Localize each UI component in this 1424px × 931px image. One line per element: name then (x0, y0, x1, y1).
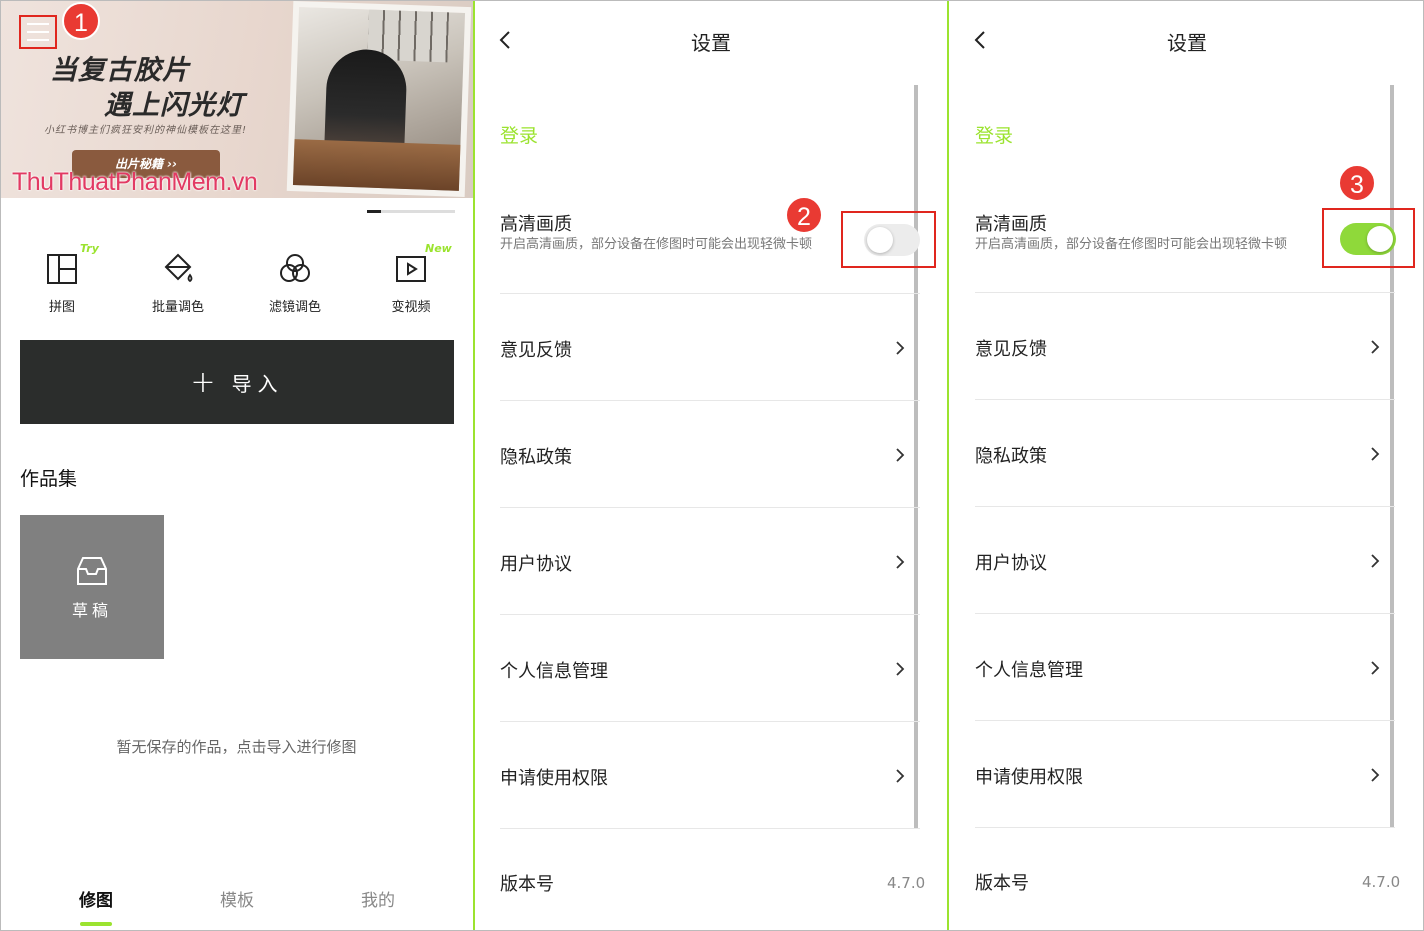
chevron-right-icon (896, 769, 905, 783)
tool-label: 变视频 (391, 300, 431, 315)
banner-title-line2: 遇上闪光灯 (104, 90, 244, 121)
login-link[interactable]: 登录 (500, 121, 538, 148)
row-divider (975, 827, 1395, 828)
empty-hint: 暂无保存的作品，点击导入进行修图 (116, 738, 357, 756)
version-label: 版本号 (975, 873, 1029, 894)
hd-quality-title: 高清画质 (975, 214, 1047, 235)
collage-icon (45, 252, 79, 286)
plus-icon: + (190, 364, 216, 400)
hd-quality-description: 开启高清画质，部分设备在修图时可能会出现轻微卡顿 (500, 237, 813, 252)
paint-bucket-icon (161, 252, 195, 286)
tool-grid: Try 拼图 批量调色 滤镜调色 New 变视频 (0, 236, 473, 322)
tool-batch-color[interactable]: 批量调色 (128, 236, 228, 315)
row-label: 申请使用权限 (500, 768, 608, 789)
home-screen: 当复古胶片 遇上闪光灯 小红书博主们疯狂安利的神仙模板在这里! 出片秘籍 ›› … (0, 0, 473, 931)
carousel-indicator (367, 210, 455, 213)
settings-row-feedback[interactable]: 意见反馈 (500, 293, 920, 400)
step-badge-2: 2 (785, 196, 823, 234)
page-title: 设置 (691, 31, 731, 55)
banner-photo (286, 0, 472, 198)
filter-circles-icon (278, 252, 312, 286)
login-link[interactable]: 登录 (975, 121, 1013, 148)
chevron-right-icon (896, 341, 905, 355)
row-label: 意见反馈 (500, 340, 572, 361)
page-title: 设置 (1167, 31, 1207, 55)
row-label: 隐私政策 (975, 446, 1047, 467)
banner-subtitle: 小红书博主们疯狂安利的神仙模板在这里! (44, 125, 248, 136)
tool-filter[interactable]: 滤镜调色 (245, 236, 345, 315)
tool-collage[interactable]: Try 拼图 (12, 236, 112, 315)
nav-mine[interactable]: 我的 (348, 886, 408, 911)
collection-title: 作品集 (20, 468, 78, 490)
step-badge-1: 1 (62, 2, 100, 40)
row-label: 用户协议 (975, 553, 1047, 574)
chevron-right-icon (896, 662, 905, 676)
banner-title-line1: 当复古胶片 (50, 55, 190, 86)
row-label: 隐私政策 (500, 447, 572, 468)
settings-row-permissions[interactable]: 申请使用权限 (500, 721, 920, 828)
settings-screen-off: 设置 登录 高清画质 开启高清画质，部分设备在修图时可能会出现轻微卡顿 2 意见… (475, 0, 947, 931)
chevron-right-icon (1371, 340, 1380, 354)
nav-edit[interactable]: 修图 (66, 886, 126, 911)
tool-label: 拼图 (48, 300, 75, 315)
panel-divider (947, 0, 949, 931)
chevron-right-icon (1371, 661, 1380, 675)
try-tag: Try (80, 242, 99, 255)
chevron-right-icon (1371, 447, 1380, 461)
highlight-box (841, 211, 936, 268)
inbox-icon (75, 555, 109, 587)
new-tag: New (425, 242, 452, 255)
row-label: 用户协议 (500, 554, 572, 575)
nav-active-indicator (80, 922, 112, 926)
version-label: 版本号 (500, 874, 554, 895)
settings-row-privacy[interactable]: 隐私政策 (500, 400, 920, 507)
tool-label: 滤镜调色 (268, 300, 321, 315)
chevron-right-icon (896, 555, 905, 569)
row-label: 申请使用权限 (975, 767, 1083, 788)
photo-table (292, 139, 461, 191)
version-value: 4.7.0 (887, 874, 926, 892)
draft-label: 草稿 (71, 601, 112, 620)
version-value: 4.7.0 (1362, 873, 1401, 891)
video-play-icon (394, 252, 428, 286)
row-label: 意见反馈 (975, 339, 1047, 360)
settings-row-agreement[interactable]: 用户协议 (500, 507, 920, 614)
hd-quality-description: 开启高清画质，部分设备在修图时可能会出现轻微卡顿 (975, 237, 1288, 252)
chevron-right-icon (1371, 768, 1380, 782)
menu-icon[interactable] (19, 15, 57, 49)
chevron-right-icon (896, 448, 905, 462)
settings-row-permissions[interactable]: 申请使用权限 (975, 720, 1395, 827)
settings-row-feedback[interactable]: 意见反馈 (975, 292, 1395, 399)
nav-templates[interactable]: 模板 (207, 886, 267, 911)
settings-row-agreement[interactable]: 用户协议 (975, 506, 1395, 613)
draft-folder[interactable]: 草稿 (20, 515, 164, 659)
row-divider (500, 828, 920, 829)
settings-row-personal-info[interactable]: 个人信息管理 (975, 613, 1395, 720)
import-button[interactable]: + 导入 (20, 340, 454, 424)
step-badge-3: 3 (1338, 164, 1376, 202)
watermark: ThuThuatPhanMem.vn (12, 168, 258, 196)
tool-label: 批量调色 (151, 300, 204, 315)
chevron-right-icon (1371, 554, 1380, 568)
bottom-nav: 修图 模板 我的 (0, 886, 473, 931)
row-label: 个人信息管理 (500, 661, 608, 682)
hd-quality-title: 高清画质 (500, 214, 572, 235)
import-label: 导入 (231, 371, 284, 396)
row-label: 个人信息管理 (975, 660, 1083, 681)
settings-screen-on: 设置 登录 高清画质 开启高清画质，部分设备在修图时可能会出现轻微卡顿 3 意见… (950, 0, 1424, 931)
highlight-box (1322, 208, 1415, 268)
settings-row-privacy[interactable]: 隐私政策 (975, 399, 1395, 506)
tool-video[interactable]: New 变视频 (361, 236, 461, 315)
settings-row-personal-info[interactable]: 个人信息管理 (500, 614, 920, 721)
